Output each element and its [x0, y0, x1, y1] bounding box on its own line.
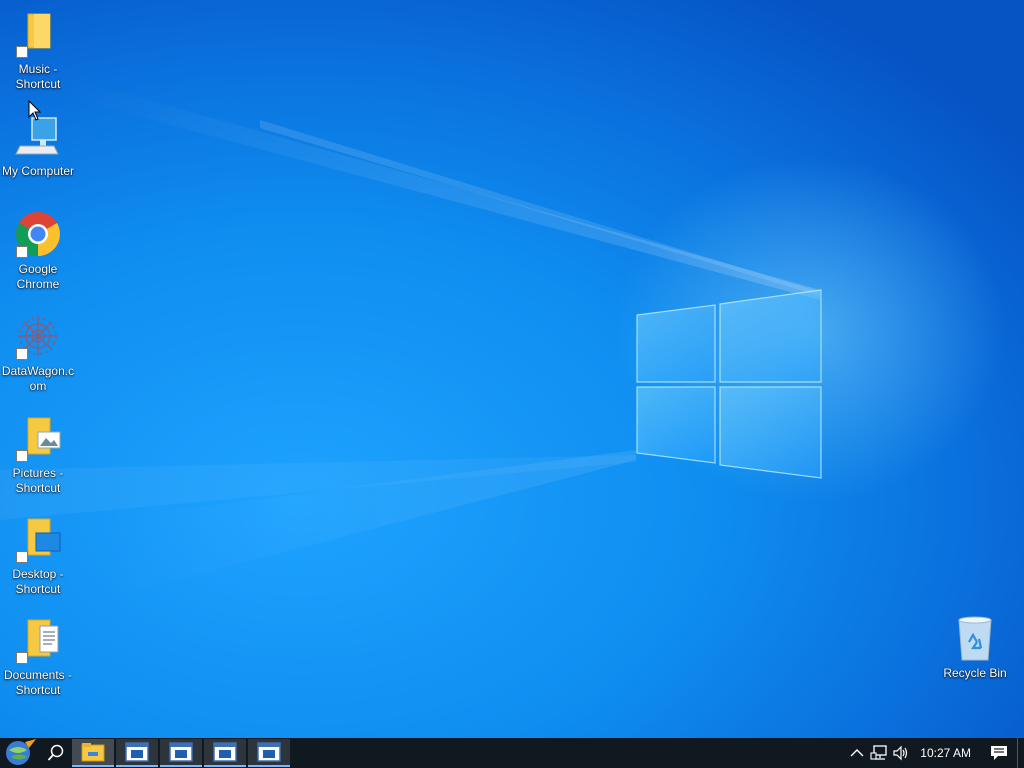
desktop-icon-pictures-shortcut[interactable]: Pictures - Shortcut	[0, 414, 76, 496]
shortcut-arrow-icon	[16, 551, 28, 563]
desktop-icon-desktop-shortcut[interactable]: Desktop - Shortcut	[0, 515, 76, 597]
action-center-button[interactable]	[981, 738, 1017, 768]
window-icon	[213, 742, 237, 762]
shortcut-arrow-icon	[16, 246, 28, 258]
desktop-icon-documents-shortcut[interactable]: Documents - Shortcut	[0, 616, 76, 698]
network-icon	[870, 745, 887, 760]
clock[interactable]: 10:27 AM	[912, 746, 981, 760]
desktop-icon-label: Music - Shortcut	[15, 62, 61, 91]
network-button[interactable]	[868, 738, 890, 768]
file-explorer-icon	[81, 743, 105, 762]
desktop-icon-label: Recycle Bin	[943, 666, 1007, 680]
volume-button[interactable]	[890, 738, 912, 768]
taskbar-app-window-4[interactable]	[248, 739, 290, 767]
pictures-folder-icon	[14, 414, 62, 462]
mouse-cursor-icon	[28, 100, 42, 121]
wallpaper-beams	[0, 75, 820, 600]
taskbar-app-file-explorer[interactable]	[72, 739, 114, 767]
show-desktop-button[interactable]	[1017, 738, 1024, 768]
desktop-icon-label: DataWagon.c om	[1, 364, 75, 393]
desktop-icon-label: Documents - Shortcut	[3, 668, 73, 697]
desktop-icon-label: My Computer	[1, 164, 75, 178]
window-icon	[257, 742, 281, 762]
notification-icon	[991, 746, 1007, 760]
shortcut-arrow-icon	[16, 652, 28, 664]
system-tray: 10:27 AM	[846, 738, 1024, 768]
desktop-icon-music-shortcut[interactable]: Music - Shortcut	[0, 10, 76, 92]
desktop-icon-my-computer[interactable]: My Computer	[0, 112, 76, 179]
desktop: Music - Shortcut My Computer Google Chro…	[0, 0, 1024, 738]
desktop-icon-recycle-bin[interactable]: Recycle Bin	[937, 614, 1013, 681]
desktop-folder-icon	[14, 515, 62, 563]
chevron-up-icon	[850, 749, 864, 757]
taskbar-app-window-1[interactable]	[116, 739, 158, 767]
shortcut-arrow-icon	[16, 46, 28, 58]
shortcut-arrow-icon	[16, 450, 28, 462]
start-orb-icon	[6, 739, 36, 765]
desktop-icon-label: Desktop - Shortcut	[12, 567, 64, 596]
search-button[interactable]	[40, 738, 72, 768]
chrome-icon	[14, 210, 62, 258]
datawagon-icon	[14, 312, 62, 360]
windows-logo-icon	[636, 289, 822, 479]
documents-folder-icon	[14, 616, 62, 664]
shortcut-arrow-icon	[16, 348, 28, 360]
speaker-icon	[893, 745, 908, 761]
window-icon	[169, 742, 193, 762]
desktop-icon-label: Pictures - Shortcut	[12, 466, 64, 495]
taskbar: 10:27 AM	[0, 738, 1024, 768]
desktop-icon-label: Google Chrome	[16, 262, 60, 291]
desktop-icon-google-chrome[interactable]: Google Chrome	[0, 210, 76, 292]
window-icon	[125, 742, 149, 762]
music-folder-icon	[14, 10, 62, 58]
taskbar-app-window-3[interactable]	[204, 739, 246, 767]
show-hidden-icons-button[interactable]	[846, 738, 868, 768]
taskbar-app-window-2[interactable]	[160, 739, 202, 767]
search-icon	[47, 744, 64, 761]
recycle-bin-icon	[951, 614, 999, 662]
start-button[interactable]	[0, 738, 40, 768]
desktop-icon-datawagon[interactable]: DataWagon.c om	[0, 312, 76, 394]
